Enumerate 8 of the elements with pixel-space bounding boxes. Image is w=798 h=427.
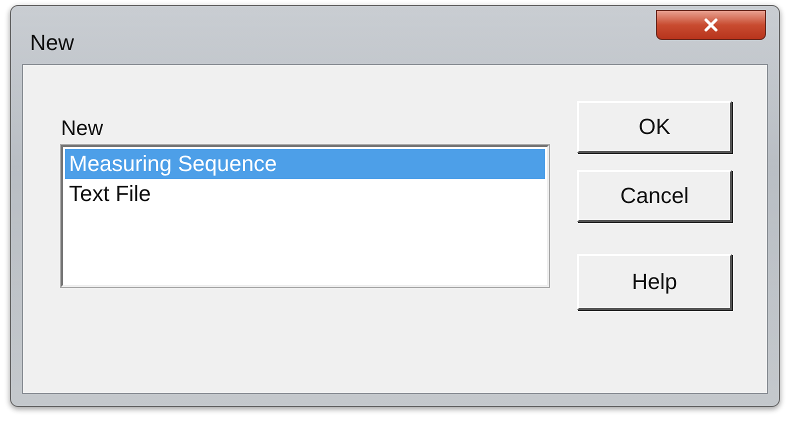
window-title: New — [30, 30, 74, 56]
dialog-button[interactable]: OK — [577, 101, 732, 153]
dialog-button[interactable]: Cancel — [577, 170, 732, 222]
close-button[interactable] — [656, 10, 766, 40]
list-item[interactable]: Text File — [65, 179, 545, 209]
list-label: New — [61, 117, 104, 141]
dialog-button[interactable]: Help — [577, 254, 732, 310]
close-icon — [703, 18, 719, 32]
